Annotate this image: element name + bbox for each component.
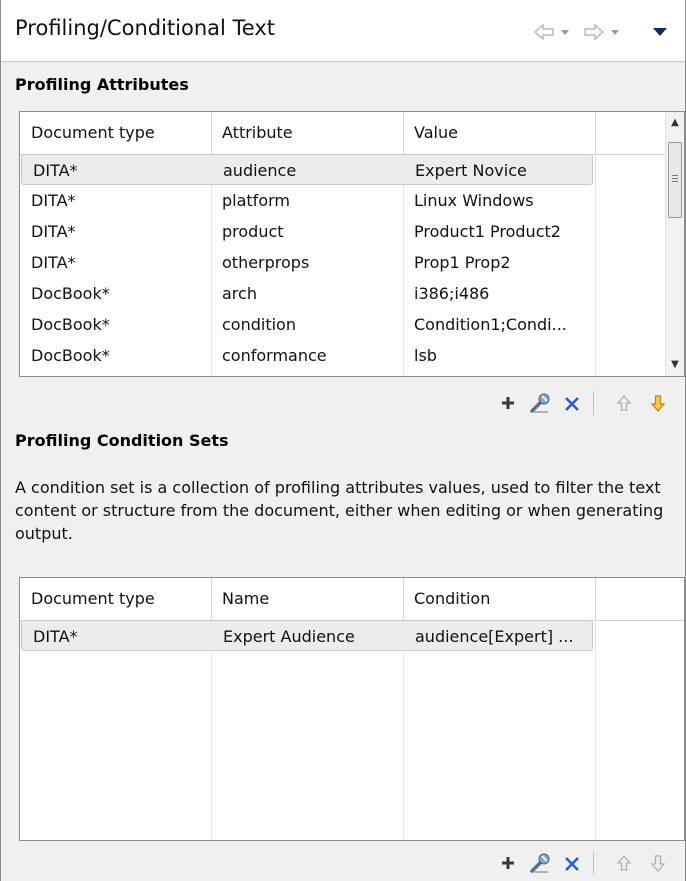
scrollbar-thumb[interactable] — [668, 142, 682, 218]
table-row[interactable]: DITA* platform Linux Windows — [20, 185, 595, 216]
table-row[interactable]: DITA* otherprops Prop1 Prop2 — [20, 247, 595, 278]
edit-icon[interactable] — [527, 849, 553, 879]
table-row[interactable]: DITA* Expert Audience audience[Expert] .… — [21, 620, 593, 651]
cell-attribute: platform — [222, 191, 290, 210]
remove-icon[interactable] — [559, 849, 585, 879]
column-header-document-type[interactable]: Document type — [20, 112, 211, 154]
cell-document-type: DITA* — [31, 222, 76, 241]
title-bar: Profiling/Conditional Text — [1, 0, 685, 62]
cell-value: Linux Windows — [414, 191, 534, 210]
table-header: Document type Attribute Value — [20, 112, 684, 155]
column-header-attribute[interactable]: Attribute — [211, 112, 403, 154]
scroll-down-arrow-icon[interactable]: ▼ — [666, 356, 684, 374]
cell-value: i386;i486 — [414, 284, 490, 303]
profiling-attributes-table: Document type Attribute Value DITA* audi… — [19, 111, 685, 377]
cell-document-type: DITA* — [31, 253, 76, 272]
table-row[interactable]: DocBook* conformance lsb — [20, 340, 595, 371]
condition-sets-description: A condition set is a collection of profi… — [15, 478, 664, 543]
column-header-value[interactable]: Value — [403, 112, 595, 154]
move-down-icon[interactable] — [645, 849, 671, 879]
back-dropdown-chevron-icon[interactable] — [559, 22, 571, 42]
scroll-up-arrow-icon[interactable]: ▲ — [666, 114, 684, 132]
remove-icon[interactable] — [559, 389, 585, 419]
cell-document-type: DocBook* — [31, 284, 110, 303]
table-header: Document type Name Condition — [20, 578, 684, 621]
cell-value: Condition1;Condi... — [414, 315, 567, 334]
table-row[interactable]: DITA* audience Expert Novice — [21, 154, 593, 185]
add-icon[interactable] — [495, 389, 521, 419]
cell-value: lsb — [414, 346, 437, 365]
cell-value: Prop1 Prop2 — [414, 253, 511, 272]
cell-document-type: DITA* — [33, 627, 78, 646]
back-arrow-icon[interactable] — [533, 22, 555, 42]
profiling-condition-sets-heading: Profiling Condition Sets — [15, 431, 229, 450]
column-header-condition[interactable]: Condition — [403, 578, 595, 620]
panel-title: Profiling/Conditional Text — [15, 16, 275, 40]
column-header-name[interactable]: Name — [211, 578, 403, 620]
profiling-attributes-heading: Profiling Attributes — [15, 75, 189, 94]
cell-attribute: arch — [222, 284, 257, 303]
move-down-icon[interactable] — [645, 389, 671, 419]
table-row[interactable]: DocBook* condition Condition1;Condi... — [20, 309, 595, 340]
add-icon[interactable] — [495, 849, 521, 879]
table-row[interactable]: DocBook* arch i386;i486 — [20, 278, 595, 309]
view-menu-chevron-icon[interactable] — [651, 22, 669, 42]
cell-value: Expert Novice — [415, 161, 527, 180]
move-up-icon[interactable] — [611, 389, 637, 419]
move-up-icon[interactable] — [611, 849, 637, 879]
vertical-scrollbar[interactable]: ▲ ▼ — [665, 112, 684, 376]
attributes-toolbar — [495, 389, 681, 419]
condition-sets-toolbar — [495, 849, 681, 879]
cell-name: Expert Audience — [223, 627, 355, 646]
cell-document-type: DITA* — [33, 161, 78, 180]
cell-attribute: audience — [223, 161, 297, 180]
cell-document-type: DocBook* — [31, 315, 110, 334]
cell-value: Product1 Product2 — [414, 222, 561, 241]
table-row[interactable]: DITA* product Product1 Product2 — [20, 216, 595, 247]
forward-arrow-icon[interactable] — [583, 22, 605, 42]
cell-attribute: product — [222, 222, 284, 241]
cell-attribute: condition — [222, 315, 296, 334]
cell-document-type: DocBook* — [31, 346, 110, 365]
cell-condition: audience[Expert] ... — [415, 627, 574, 646]
cell-attribute: otherprops — [222, 253, 310, 272]
cell-attribute: conformance — [222, 346, 327, 365]
forward-dropdown-chevron-icon[interactable] — [609, 22, 621, 42]
cell-document-type: DITA* — [31, 191, 76, 210]
profiling-conditional-text-panel: Profiling/Conditional Text Profiling Att… — [0, 0, 686, 881]
condition-sets-table: Document type Name Condition DITA* Exper… — [19, 577, 685, 841]
edit-icon[interactable] — [527, 389, 553, 419]
column-header-document-type[interactable]: Document type — [20, 578, 211, 620]
